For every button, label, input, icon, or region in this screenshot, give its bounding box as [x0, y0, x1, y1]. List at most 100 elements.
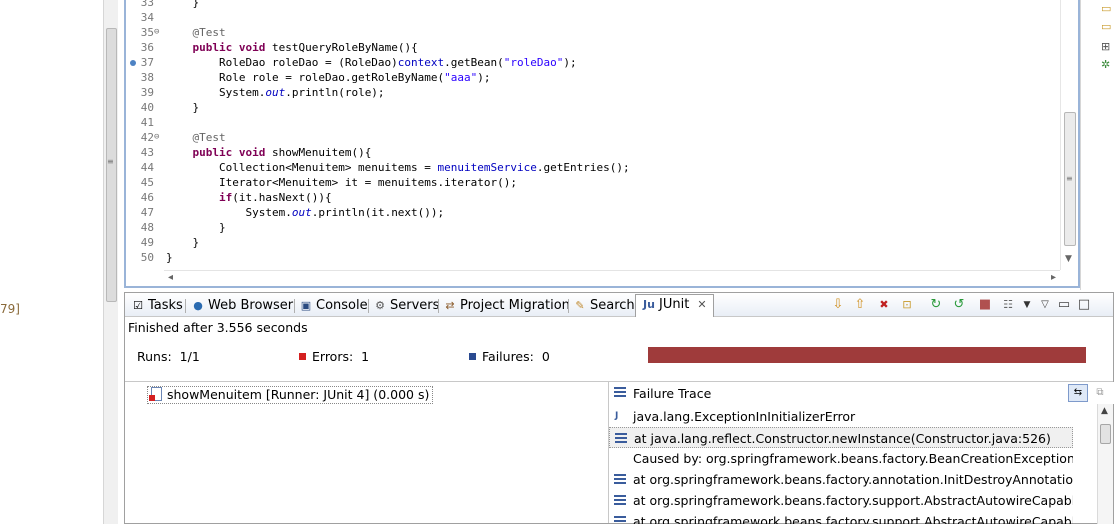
- java-editor[interactable]: 33 34 35 ⊖ 36 37 38 39 40 41 42 ⊖ 43 44 45…: [124, 0, 1080, 288]
- annotation-text: @Test: [192, 26, 226, 39]
- trace-line[interactable]: at java.lang.reflect.Constructor.newInst…: [609, 427, 1073, 448]
- field-ref: menuitemService: [437, 161, 537, 174]
- code-text: public void showMenuitem(){: [166, 145, 372, 160]
- tab-servers[interactable]: ⚙ Servers: [373, 296, 439, 316]
- trace-toolbar: ⇆ ⧉: [1066, 384, 1110, 402]
- errors-label: Errors:: [312, 349, 354, 364]
- scroll-down-arrow-icon[interactable]: ▼: [1065, 254, 1072, 264]
- compare-result-icon[interactable]: ⧉: [1090, 384, 1110, 402]
- tab-label: Project Migration: [460, 298, 570, 313]
- tab-separator: [438, 299, 439, 313]
- bookmark-icon[interactable]: ▭: [1101, 2, 1111, 15]
- show-failures-only-icon[interactable]: ✖: [875, 297, 893, 313]
- code-text: (it.hasNext()){: [232, 191, 332, 204]
- view-menu-icon[interactable]: ▽: [1036, 297, 1054, 313]
- scroll-grip-icon: ≡: [1066, 174, 1073, 183]
- junit-icon: Ju: [643, 298, 655, 311]
- line-number: 40: [140, 101, 154, 114]
- trace-text: at org.springframework.beans.factory.sup…: [633, 493, 1073, 508]
- code-text: .getEntries();: [536, 161, 630, 174]
- stack-frame-icon: [614, 516, 626, 524]
- fold-collapse-icon[interactable]: ⊖: [154, 25, 159, 40]
- rerun-failed-first-icon[interactable]: ↺: [950, 297, 968, 313]
- code-text: }: [166, 220, 226, 235]
- code-text: Collection<Menuitem> menuitems =: [218, 161, 438, 174]
- junit-status-message: Finished after 3.556 seconds: [128, 320, 308, 335]
- fold-collapse-icon[interactable]: ⊖: [154, 130, 159, 145]
- editor-horizontal-scrollbar[interactable]: ◂ ▸: [164, 270, 1060, 286]
- right-trim-toolbar: ▭ ▭ ⊞ ✲: [1080, 0, 1114, 290]
- code-text: RoleDao roleDao = (RoleDao)context.getBe…: [166, 55, 577, 70]
- scroll-left-arrow-icon[interactable]: ◂: [168, 272, 173, 283]
- scroll-up-arrow-icon[interactable]: ▲: [1101, 406, 1108, 416]
- stop-icon[interactable]: ■: [976, 297, 994, 313]
- trace-text: Caused by: org.springframework.beans.fac…: [633, 451, 1073, 466]
- scroll-right-arrow-icon[interactable]: ▸: [1051, 272, 1056, 283]
- test-tree-item[interactable]: showMenuitem [Runner: JUnit 4] (0.000 s): [147, 386, 434, 404]
- trace-line[interactable]: at org.springframework.beans.factory.ann…: [609, 469, 1073, 490]
- code-text: }: [192, 101, 200, 114]
- test-history-icon[interactable]: ☷: [999, 297, 1017, 313]
- close-icon[interactable]: ✕: [697, 298, 706, 311]
- migration-icon: ⇄: [445, 299, 455, 312]
- explorer-vertical-scrollbar[interactable]: ≡: [103, 0, 118, 524]
- minimize-icon[interactable]: ▭: [1055, 297, 1073, 313]
- editor-vertical-scrollbar[interactable]: ≡ ▼: [1060, 0, 1078, 270]
- failures-counter: Failures: 0: [469, 349, 550, 364]
- string-literal: "aaa": [444, 71, 478, 84]
- failures-label: Failures:: [482, 349, 534, 364]
- runs-label: Runs:: [137, 349, 172, 364]
- trace-line[interactable]: Caused by: org.springframework.beans.fac…: [609, 448, 1073, 469]
- tab-web-browser[interactable]: ● Web Browser: [191, 296, 293, 316]
- line-number: 50: [140, 251, 154, 264]
- scroll-lock-icon[interactable]: ⊡: [898, 297, 916, 313]
- trace-line[interactable]: at org.springframework.beans.factory.sup…: [609, 490, 1073, 511]
- tab-label: Search: [590, 298, 635, 313]
- tab-separator: [368, 299, 369, 313]
- outline-icon[interactable]: ⊞: [1101, 40, 1110, 53]
- line-number: 36: [140, 41, 154, 54]
- history-dropdown-icon[interactable]: ▼: [1018, 297, 1036, 313]
- maximize-icon[interactable]: □: [1075, 297, 1093, 313]
- line-number: 39: [140, 86, 154, 99]
- failure-trace-pane: Failure Trace ⇆ ⧉ Jjava.lang.ExceptionInI…: [608, 381, 1114, 524]
- keyword: public: [192, 146, 233, 159]
- line-number: 41: [140, 116, 154, 129]
- line-number: 34: [140, 11, 154, 24]
- string-literal: "roleDao": [503, 56, 564, 69]
- tab-search[interactable]: ✎ Search: [573, 296, 635, 316]
- globe-icon: ●: [193, 299, 203, 312]
- tab-console[interactable]: ▣ Console: [299, 296, 368, 316]
- trace-line[interactable]: Jjava.lang.ExceptionInInitializerError: [609, 406, 1073, 427]
- code-text: .println(it.next());: [311, 206, 445, 219]
- rerun-test-icon[interactable]: ↻: [927, 297, 945, 313]
- tab-separator: [294, 299, 295, 313]
- code-text: Collection<Menuitem> menuitems = menuite…: [166, 160, 630, 175]
- tab-junit[interactable]: Ju JUnit ✕: [635, 294, 714, 317]
- tab-project-migration[interactable]: ⇄ Project Migration: [443, 296, 570, 316]
- stack-trace-icon: [614, 387, 626, 397]
- failures-value: 0: [541, 349, 550, 364]
- trace-line[interactable]: at org.springframework.beans.factory.sup…: [609, 511, 1073, 524]
- line-number: 47: [140, 206, 154, 219]
- note-icon[interactable]: ▭: [1101, 20, 1111, 33]
- code-text: );: [563, 56, 577, 69]
- previous-failure-icon[interactable]: ⇧: [851, 297, 869, 313]
- code-text: }: [166, 235, 200, 250]
- filter-stack-icon[interactable]: ⇆: [1068, 384, 1088, 402]
- tab-tasks[interactable]: ☑ Tasks: [131, 296, 183, 316]
- trace-vertical-scrollbar[interactable]: ▲: [1097, 404, 1113, 524]
- code-text: Iterator<Menuitem> it = menuitems.iterat…: [166, 175, 517, 190]
- bug-icon[interactable]: ✲: [1101, 58, 1110, 71]
- failure-icon: [469, 353, 476, 360]
- next-failure-icon[interactable]: ⇩: [829, 297, 847, 313]
- test-tree[interactable]: showMenuitem [Runner: JUnit 4] (0.000 s): [125, 381, 608, 523]
- tab-label: Servers: [390, 298, 440, 313]
- view-tab-bar: ☑ Tasks ● Web Browser ▣ Console ⚙ Servers ⇄ P…: [125, 293, 1113, 317]
- line-number: 37: [140, 56, 154, 69]
- line-number: 38: [140, 71, 154, 84]
- line-number-ruler: 33 34 35 ⊖ 36 37 38 39 40 41 42 ⊖ 43 44 45…: [126, 0, 164, 270]
- line-number: 45: [140, 176, 154, 189]
- trace-scroll-thumb[interactable]: [1100, 424, 1111, 444]
- trace-text: at org.springframework.beans.factory.ann…: [633, 472, 1073, 487]
